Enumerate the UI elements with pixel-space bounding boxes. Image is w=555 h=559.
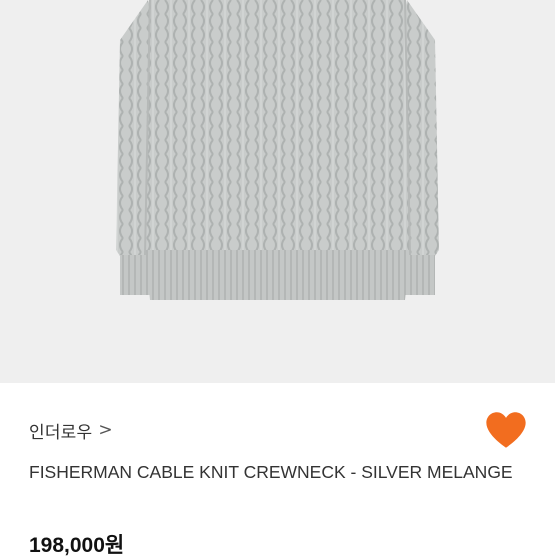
brand-name: 인더로우	[29, 422, 93, 443]
product-title: FISHERMAN CABLE KNIT CREWNECK - SILVER M…	[29, 462, 513, 482]
heart-icon[interactable]	[485, 411, 527, 449]
sweater-image	[116, 0, 439, 300]
brand-link[interactable]: 인더로우 >	[29, 416, 113, 444]
product-photo[interactable]	[0, 0, 555, 383]
chevron-right-icon: >	[98, 420, 113, 440]
